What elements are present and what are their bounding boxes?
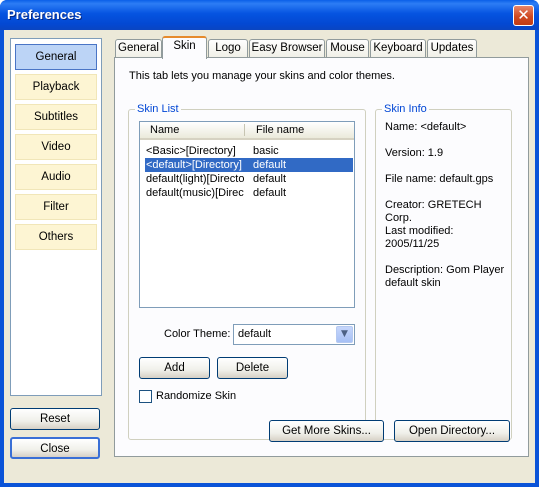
skin-name-cell: default(light)[Director... [146,173,244,185]
sidebar-item-video[interactable]: Video [15,134,97,160]
skin-info-last-modified-value: 2005/11/25 [385,238,440,250]
skin-list-header: Name File name [140,122,354,140]
skin-info-creator: Creator: GRETECH Corp. [385,199,482,224]
column-header-name[interactable]: Name [150,122,179,138]
color-theme-value: default [238,328,272,340]
skin-name-cell: default(music)[Direct... [146,187,244,199]
open-directory-button[interactable]: Open Directory... [394,420,510,442]
tab-logo[interactable]: Logo [208,39,248,58]
tab-easy-browser[interactable]: Easy Browser [249,39,325,58]
tab-general[interactable]: General [115,39,162,58]
skin-file-cell: default [253,187,287,199]
title-bar[interactable]: Preferences ✕ [0,0,539,30]
get-more-skins-button[interactable]: Get More Skins... [269,420,384,442]
skin-file-cell: default [253,173,287,185]
skin-info-file-name: File name: default.gps [385,173,494,185]
skin-name-cell: <default>[Directory] [146,159,242,171]
sidebar-item-others[interactable]: Others [15,224,97,250]
skin-info-description: Description: Gom Player [385,264,505,276]
reset-button[interactable]: Reset [10,408,100,430]
skin-info-version: Version: 1.9 [385,147,444,159]
close-button[interactable]: Close [10,437,100,459]
skin-list-row-selected[interactable]: <default>[Directory] default [145,158,353,172]
sidebar-item-filter[interactable]: Filter [15,194,97,220]
skin-list-row[interactable]: <Basic>[Directory] basic [145,144,353,158]
skin-tab-panel: This tab lets you manage your skins and … [114,57,529,457]
randomize-skin-label[interactable]: Randomize Skin [156,390,236,402]
skin-info-last-modified-label: Last modified: [385,225,454,237]
close-window-button[interactable]: ✕ [513,5,534,26]
skin-info-group: Skin Info Name: <default> Version: 1.9 F… [375,103,512,440]
sidebar-item-subtitles[interactable]: Subtitles [15,104,97,130]
skin-list-title: Skin List [135,103,181,115]
color-theme-dropdown[interactable]: default ▼ [233,324,355,345]
tab-updates[interactable]: Updates [427,39,477,58]
dialog-body: General Playback Subtitles Video Audio F… [4,30,535,483]
skin-list-row[interactable]: default(light)[Director... default [145,172,353,186]
skin-file-cell: basic [253,145,279,157]
sidebar-item-playback[interactable]: Playback [15,74,97,100]
delete-skin-button[interactable]: Delete [217,357,288,379]
tab-skin[interactable]: Skin [162,36,207,59]
skin-info-title: Skin Info [382,103,429,115]
close-icon: ✕ [517,6,530,24]
skin-list-row[interactable]: default(music)[Direct... default [145,186,353,200]
chevron-down-icon[interactable]: ▼ [336,326,353,343]
window-title: Preferences [7,7,82,22]
skin-info-description-cont: default skin [385,277,441,289]
column-divider[interactable] [244,124,245,136]
tab-keyboard[interactable]: Keyboard [370,39,426,58]
category-sidebar: General Playback Subtitles Video Audio F… [10,38,102,396]
skin-list[interactable]: Name File name <Basic>[Directory] basic … [139,121,355,308]
skin-intro-text: This tab lets you manage your skins and … [129,70,395,82]
sidebar-item-audio[interactable]: Audio [15,164,97,190]
sidebar-item-general[interactable]: General [15,44,97,70]
skin-name-cell: <Basic>[Directory] [146,145,236,157]
column-header-file-name[interactable]: File name [256,122,304,138]
color-theme-label: Color Theme: [164,328,231,340]
tab-mouse[interactable]: Mouse [326,39,369,58]
skin-file-cell: default [253,159,287,171]
skin-info-name: Name: <default> [385,121,467,133]
preferences-window: Preferences ✕ General Playback Subtitles… [0,0,539,487]
add-skin-button[interactable]: Add [139,357,210,379]
randomize-skin-checkbox[interactable] [139,390,152,403]
